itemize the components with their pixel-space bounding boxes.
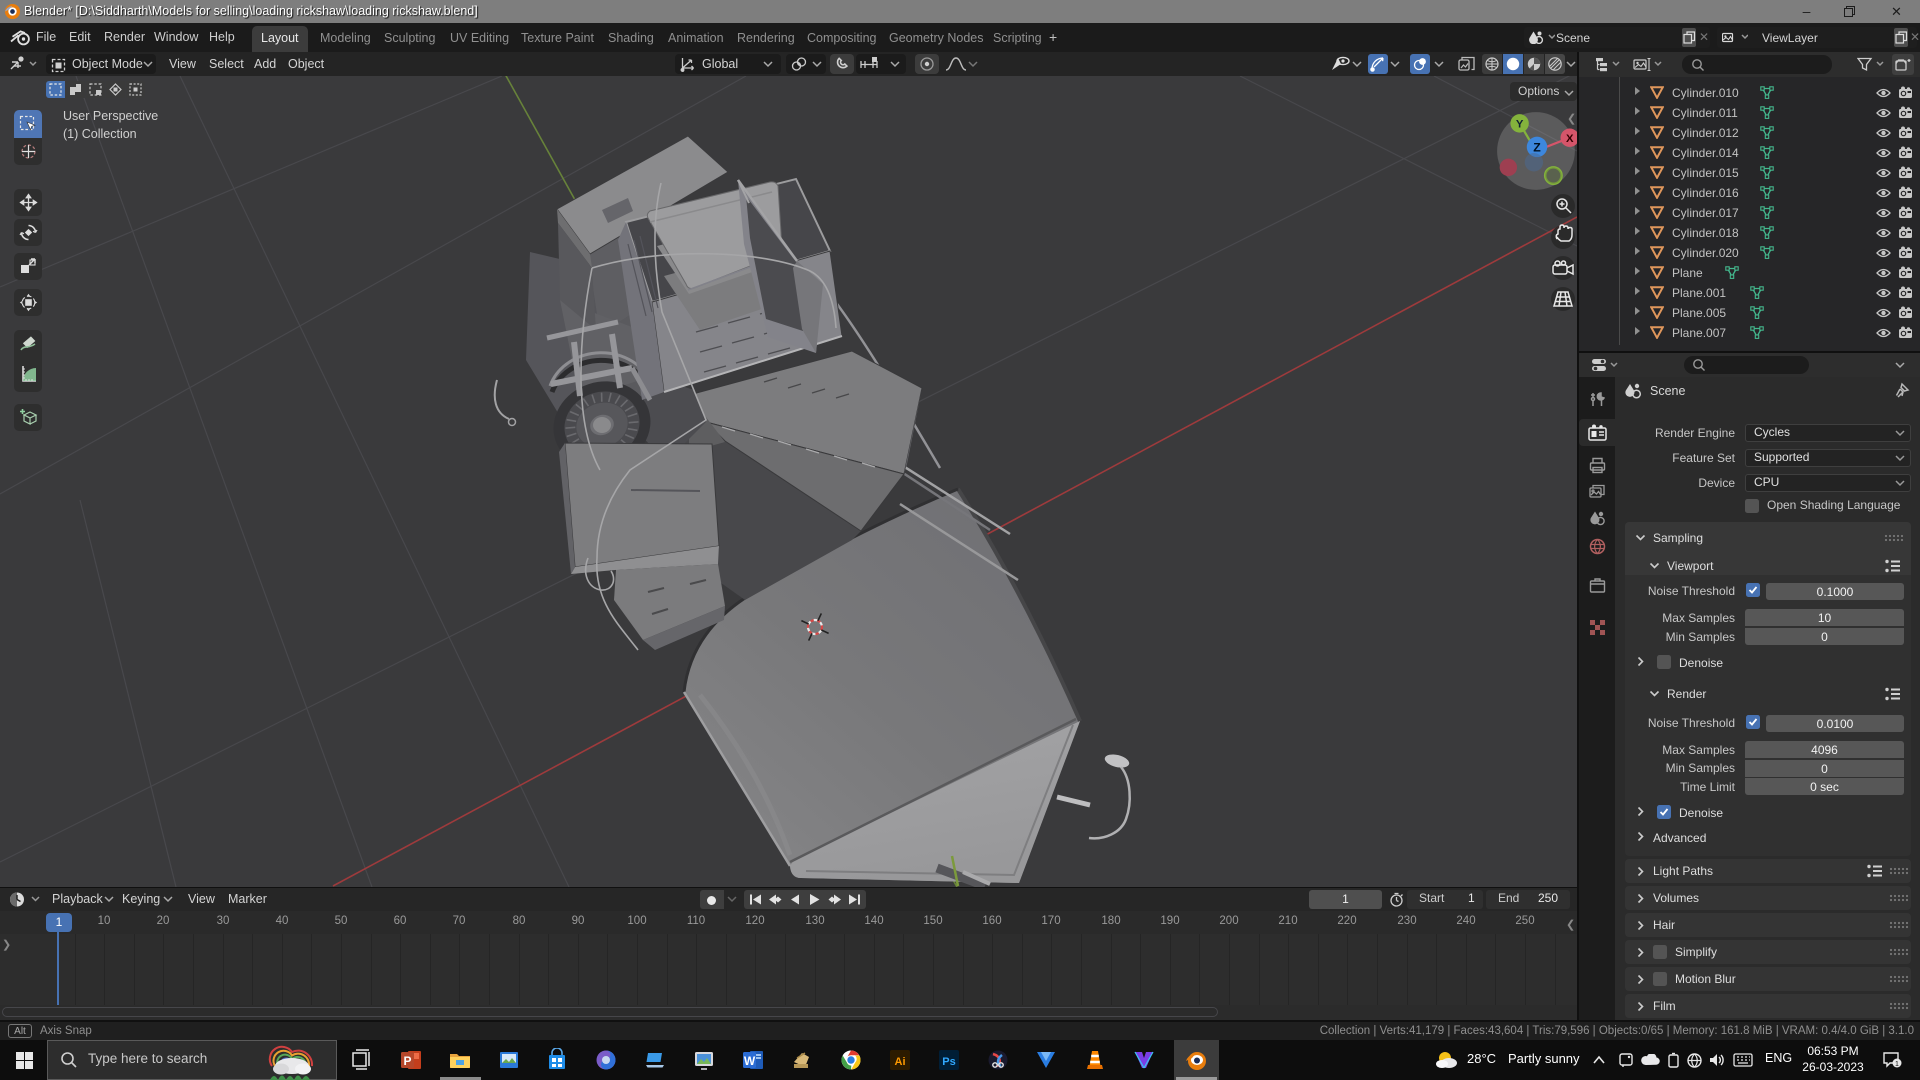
svg-text:Ps: Ps bbox=[942, 1056, 955, 1068]
svg-text:P: P bbox=[403, 1054, 411, 1068]
svg-text:1: 1 bbox=[1895, 1061, 1899, 1068]
svg-text:Y: Y bbox=[1516, 118, 1524, 130]
svg-text:Ai: Ai bbox=[895, 1056, 906, 1068]
svg-text:X: X bbox=[1566, 133, 1574, 145]
svg-text:Z: Z bbox=[1533, 141, 1541, 155]
svg-text:W: W bbox=[744, 1054, 756, 1068]
